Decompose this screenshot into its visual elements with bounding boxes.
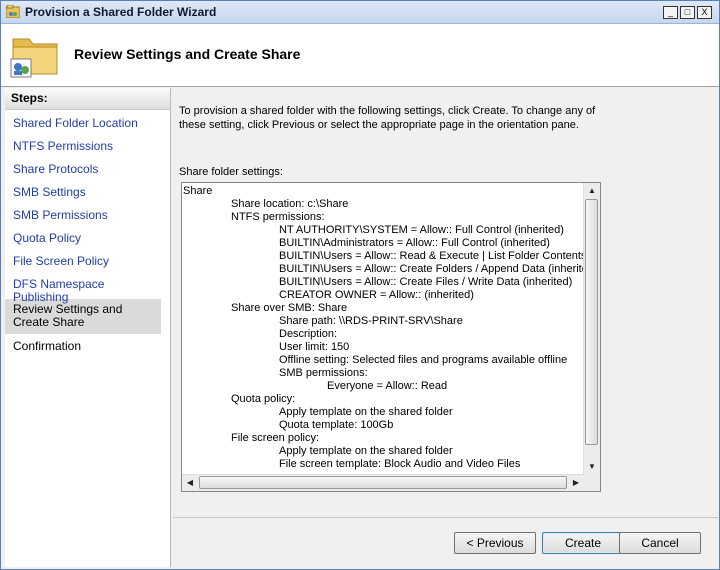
horizontal-scrollbar[interactable]: ◀ ▶ [182,474,584,491]
step-smb-settings[interactable]: SMB Settings [5,184,170,207]
settings-line: BUILTIN\Users = Allow:: Create Files / W… [279,276,573,288]
wizard-header: Review Settings and Create Share [1,24,719,87]
settings-line: NT AUTHORITY\SYSTEM = Allow:: Full Contr… [279,224,564,236]
wizard-folder-icon [6,5,20,18]
previous-button[interactable]: < Previous [454,532,536,554]
settings-line: File screen policy: [231,432,320,444]
settings-line: Share over SMB: Share [231,302,348,314]
scroll-up-icon[interactable]: ▲ [584,183,600,199]
settings-line: NTFS permissions: [231,211,325,223]
step-share-protocols[interactable]: Share Protocols [5,161,170,184]
settings-line: BUILTIN\Administrators = Allow:: Full Co… [279,237,550,249]
wizard-window: Provision a Shared Folder Wizard _ □ X R… [0,0,720,570]
maximize-button[interactable]: □ [680,6,695,19]
scroll-left-icon[interactable]: ◀ [182,475,198,491]
settings-line: BUILTIN\Users = Allow:: Read & Execute |… [279,250,584,262]
step-dfs-namespace-publishing[interactable]: DFS Namespace Publishing [5,276,170,304]
page-title: Review Settings and Create Share [74,46,301,62]
settings-line: Everyone = Allow:: Read [327,380,448,392]
settings-line: Quota template: 100Gb [279,419,394,431]
step-file-screen-policy[interactable]: File Screen Policy [5,253,170,276]
settings-line: CREATOR OWNER = Allow:: (inherited) [279,289,474,301]
window-title: Provision a Shared Folder Wizard [25,5,217,19]
step-confirmation[interactable]: Confirmation [5,334,170,357]
settings-text-area[interactable]: Share Share location: c:\Share NTFS permis… [182,183,584,475]
settings-line: Offline setting: Selected files and prog… [279,354,568,366]
settings-textbox[interactable]: Share Share location: c:\Share NTFS permis… [181,182,601,492]
settings-line: Apply template on the shared folder [279,445,453,457]
close-button[interactable]: X [697,6,712,19]
settings-line: Share path: \\RDS-PRINT-SRV\Share [279,315,463,327]
cancel-button[interactable]: Cancel [619,532,701,554]
scroll-down-icon[interactable]: ▼ [584,459,600,475]
settings-line: Quota policy: [231,393,296,405]
settings-line: Share location: c:\Share [231,198,349,210]
steps-pane: Steps: Shared Folder Location NTFS Permi… [5,88,171,567]
step-review-settings[interactable]: Review Settings and Create Share [5,299,161,334]
settings-line: Description: [279,328,338,340]
minimize-button[interactable]: _ [663,6,678,19]
shared-folder-icon [10,38,58,78]
step-ntfs-permissions[interactable]: NTFS Permissions [5,138,170,161]
settings-line: Share [183,185,213,197]
settings-line: BUILTIN\Users = Allow:: Create Folders /… [279,263,584,275]
scroll-corner [584,475,600,491]
steps-heading: Steps: [5,88,170,110]
step-quota-policy[interactable]: Quota Policy [5,230,170,253]
create-button[interactable]: Create [542,532,624,554]
vertical-scroll-thumb[interactable] [585,199,598,445]
settings-line: Apply template on the shared folder [279,406,453,418]
settings-line: SMB permissions: [279,367,368,379]
step-shared-folder-location[interactable]: Shared Folder Location [5,115,170,138]
step-smb-permissions[interactable]: SMB Permissions [5,207,170,230]
settings-line: User limit: 150 [279,341,350,353]
vertical-scrollbar[interactable]: ▲ ▼ [583,183,600,475]
intro-text: To provision a shared folder with the fo… [179,105,596,131]
settings-label: Share folder settings: [179,166,283,178]
horizontal-scroll-thumb[interactable] [199,476,567,489]
scroll-right-icon[interactable]: ▶ [568,475,584,491]
wizard-footer: < Previous Create Cancel [173,517,718,568]
settings-line: File screen template: Block Audio and Vi… [279,458,521,470]
title-bar[interactable]: Provision a Shared Folder Wizard _ □ X [1,1,719,24]
